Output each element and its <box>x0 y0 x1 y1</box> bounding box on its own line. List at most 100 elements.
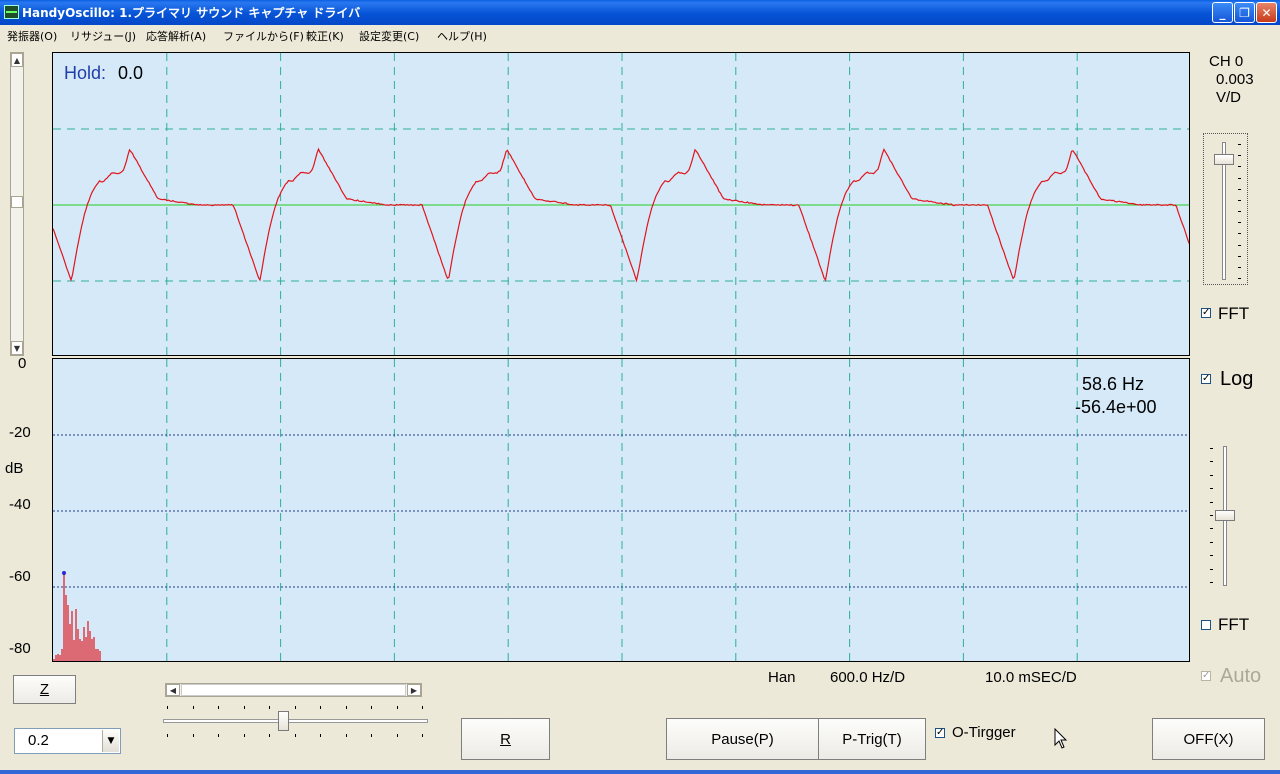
taskbar-edge <box>0 770 1280 774</box>
slider-tick <box>1210 502 1213 503</box>
hold-value: 0.0 <box>118 63 143 84</box>
slider-tick <box>193 734 194 737</box>
slider-tick <box>397 706 398 709</box>
menu-settings[interactable]: 設定変更(C) <box>359 28 419 44</box>
menu-calibration[interactable]: 較正(K) <box>306 28 344 44</box>
volts-slider[interactable] <box>1203 133 1248 285</box>
auto-checkbox[interactable]: ✓ <box>1201 671 1211 681</box>
db-tick-40: -40 <box>9 496 31 513</box>
channel-label: CH 0 <box>1209 53 1243 70</box>
z-button[interactable]: Z <box>13 675 76 704</box>
log-label: Log <box>1220 368 1253 391</box>
maximize-button[interactable]: ❐ <box>1234 2 1255 23</box>
slider-tick <box>1238 278 1241 279</box>
horizontal-scrollbar-thumb[interactable] <box>181 684 406 696</box>
slider-tick <box>1238 222 1241 223</box>
slider-tick <box>269 734 270 737</box>
level-slider[interactable] <box>163 700 428 742</box>
level-slider-ticks-top <box>167 706 424 710</box>
mouse-cursor-icon <box>1054 728 1068 750</box>
fft-top-checkbox[interactable]: ✓ <box>1201 308 1211 318</box>
scroll-down-icon[interactable]: ▼ <box>11 341 23 355</box>
slider-tick <box>1210 488 1213 489</box>
level-slider-ticks-bottom <box>167 734 424 738</box>
scroll-left-icon[interactable]: ◀ <box>166 684 180 696</box>
r-button[interactable]: R <box>461 718 550 760</box>
slider-tick <box>1238 144 1241 145</box>
slider-tick <box>167 706 168 709</box>
scroll-up-icon[interactable]: ▲ <box>11 53 23 67</box>
db-tick-60: -60 <box>9 568 31 585</box>
menu-lissajous[interactable]: リサジュー(J) <box>70 28 136 44</box>
menu-response-analysis[interactable]: 応答解析(A) <box>146 28 206 44</box>
db-tick-20: -20 <box>9 424 31 441</box>
fft-peak-marker <box>62 571 66 575</box>
slider-tick <box>1210 555 1213 556</box>
volts-value: 0.003 <box>1216 71 1254 88</box>
fft-scale-slider[interactable] <box>1205 440 1245 590</box>
slider-tick <box>422 706 423 709</box>
slider-tick <box>346 706 347 709</box>
slider-tick <box>320 734 321 737</box>
fft-top-label: FFT <box>1218 304 1249 324</box>
fft-spectrum <box>54 573 100 662</box>
slider-tick <box>371 706 372 709</box>
slider-tick <box>218 734 219 737</box>
off-button[interactable]: OFF(X) <box>1152 718 1265 760</box>
p-trig-button[interactable]: P-Trig(T) <box>818 718 926 760</box>
slider-tick <box>346 734 347 737</box>
slider-tick <box>320 706 321 709</box>
slider-tick <box>295 706 296 709</box>
chevron-down-icon[interactable]: ▼ <box>102 730 119 752</box>
close-button[interactable]: ✕ <box>1256 2 1277 23</box>
slider-tick <box>1210 542 1213 543</box>
slider-tick <box>1238 245 1241 246</box>
scroll-right-icon[interactable]: ▶ <box>407 684 421 696</box>
volts-unit: V/D <box>1216 89 1241 106</box>
slider-tick <box>193 706 194 709</box>
slider-tick <box>295 734 296 737</box>
slider-tick <box>1210 448 1213 449</box>
slider-tick <box>1210 569 1213 570</box>
volts-slider-thumb[interactable] <box>1214 154 1234 165</box>
slider-tick <box>167 734 168 737</box>
slider-tick <box>244 734 245 737</box>
scrollbar-thumb[interactable] <box>11 196 23 208</box>
o-trigger-label: O-Tirgger <box>952 724 1016 741</box>
slider-tick <box>1210 461 1213 462</box>
o-trigger-checkbox[interactable]: ✓ <box>935 728 945 738</box>
slider-tick <box>1238 256 1241 257</box>
slider-tick <box>1238 200 1241 201</box>
menu-oscillator[interactable]: 発振器(O) <box>7 28 57 44</box>
fft-grid <box>53 359 1190 662</box>
slider-tick <box>1238 267 1241 268</box>
fft-scale-slider-thumb[interactable] <box>1215 510 1235 521</box>
oscilloscope-svg <box>53 53 1190 356</box>
menu-bar: 発振器(O) リサジュー(J) 応答解析(A) ファイルから(F) 較正(K) … <box>0 25 1280 45</box>
fft-bottom-checkbox[interactable] <box>1201 620 1211 630</box>
fft-display: 58.6 Hz -56.4e+00 <box>52 358 1190 662</box>
auto-label: Auto <box>1220 665 1261 688</box>
slider-tick <box>1238 178 1241 179</box>
level-slider-thumb[interactable] <box>278 711 289 731</box>
volts-slider-ticks <box>1238 144 1242 280</box>
slider-tick <box>1210 528 1213 529</box>
slider-tick <box>1238 155 1241 156</box>
minimize-button[interactable]: _ <box>1212 2 1233 23</box>
menu-help[interactable]: ヘルプ(H) <box>437 28 487 44</box>
log-checkbox[interactable]: ✓ <box>1201 374 1211 384</box>
menu-from-file[interactable]: ファイルから(F) <box>223 28 304 44</box>
zoom-select[interactable]: 0.2 ▼ <box>14 728 121 754</box>
slider-tick <box>371 734 372 737</box>
fft-scale-slider-ticks <box>1210 448 1214 584</box>
oscilloscope-display: Hold: 0.0 <box>52 52 1190 356</box>
pause-button[interactable]: Pause(P) <box>666 718 819 760</box>
peak-level: -56.4e+00 <box>1075 397 1157 418</box>
time-per-division: 10.0 mSEC/D <box>985 669 1077 686</box>
slider-tick <box>1210 515 1213 516</box>
frequency-per-division: 600.0 Hz/D <box>830 669 905 686</box>
slider-tick <box>1238 211 1241 212</box>
slider-tick <box>1210 582 1213 583</box>
slider-tick <box>422 734 423 737</box>
slider-tick <box>218 706 219 709</box>
